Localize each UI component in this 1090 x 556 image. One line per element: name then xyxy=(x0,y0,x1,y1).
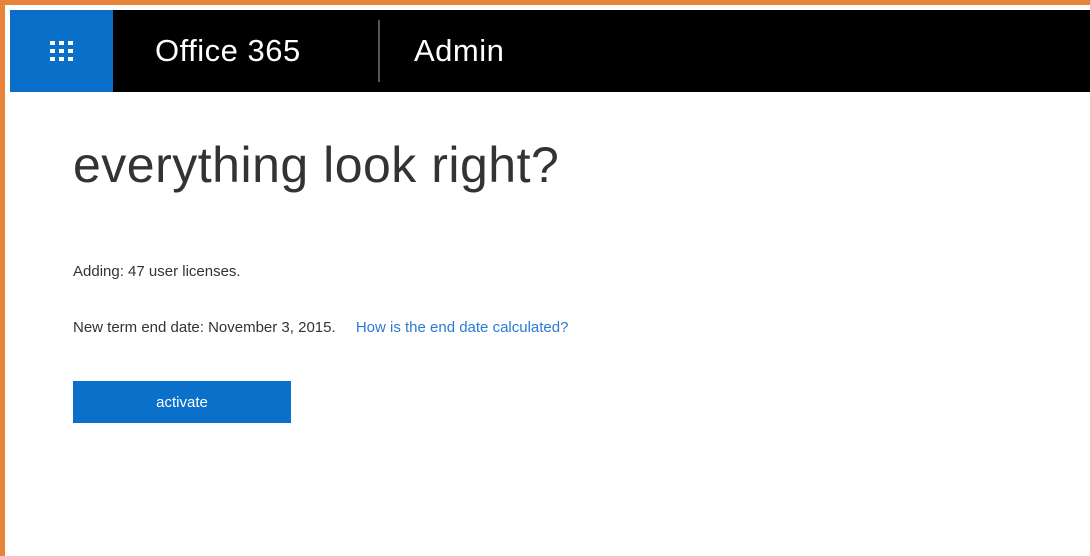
waffle-grid-icon xyxy=(49,41,73,61)
office-365-brand[interactable]: Office 365 xyxy=(113,10,378,92)
top-navigation-bar: Office 365 Admin xyxy=(10,10,1090,92)
admin-section-title[interactable]: Admin xyxy=(380,10,504,92)
adding-licenses-text: Adding: 47 user licenses. xyxy=(73,263,241,280)
activate-button[interactable]: activate xyxy=(73,381,291,423)
end-date-text: New term end date: November 3, 2015. xyxy=(73,319,336,336)
end-date-row: New term end date: November 3, 2015. How… xyxy=(73,319,568,336)
main-content: everything look right? Adding: 47 user l… xyxy=(73,135,568,423)
app-launcher-button[interactable] xyxy=(10,10,113,92)
window-frame: Office 365 Admin everything look right? … xyxy=(0,0,1090,556)
end-date-help-link[interactable]: How is the end date calculated? xyxy=(356,319,569,336)
page-title: everything look right? xyxy=(73,137,560,193)
